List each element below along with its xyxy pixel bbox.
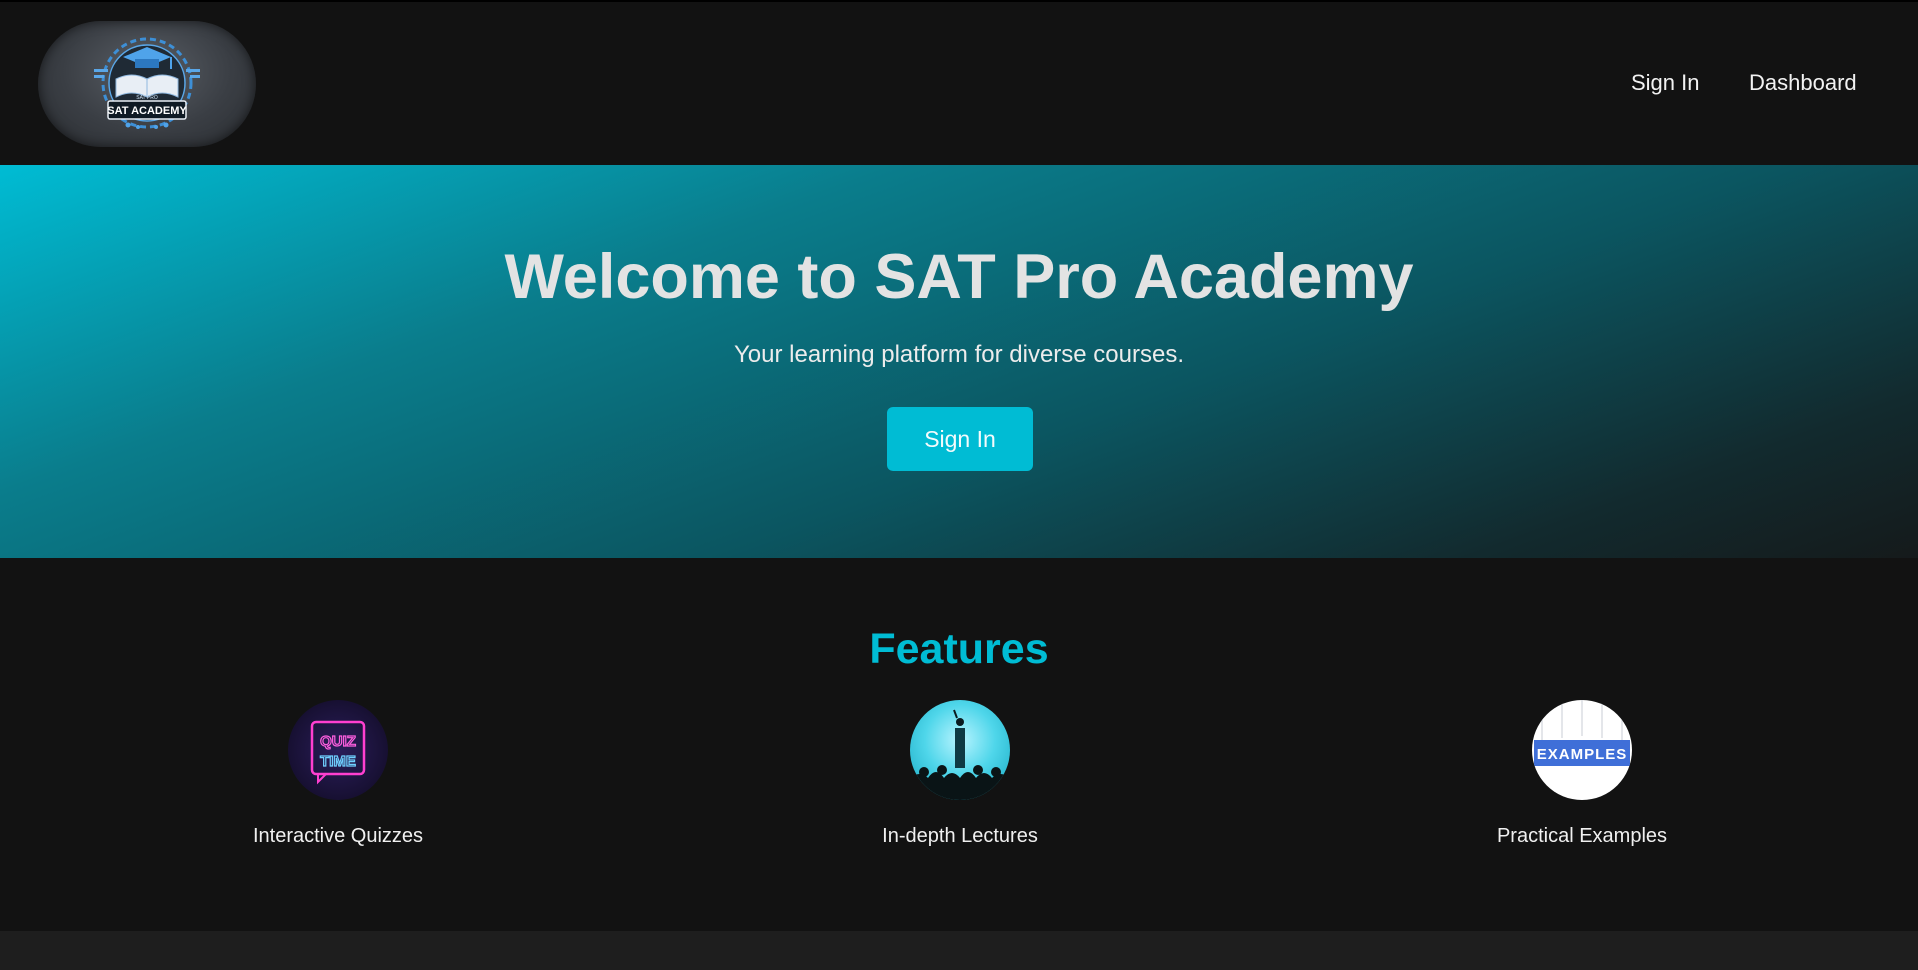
site-header: SAT ACADEMY SAT PRO Sign In Dashboard bbox=[0, 0, 1918, 165]
svg-text:TIME: TIME bbox=[320, 753, 356, 770]
lecture-audience-icon bbox=[910, 700, 1010, 800]
hero-title: Welcome to SAT Pro Academy bbox=[504, 242, 1414, 312]
logo-top-text: SAT PRO bbox=[136, 95, 158, 101]
svg-text:EXAMPLES: EXAMPLES bbox=[1537, 746, 1628, 763]
feature-interactive-quizzes: QUIZ TIME Interactive Quizzes bbox=[188, 700, 488, 848]
hero-subtitle: Your learning platform for diverse cours… bbox=[734, 341, 1184, 368]
logo-text: SAT ACADEMY bbox=[107, 105, 187, 117]
nav-sign-in-link[interactable]: Sign In bbox=[1631, 70, 1700, 96]
sat-academy-logo[interactable]: SAT ACADEMY SAT PRO bbox=[38, 21, 256, 147]
feature-in-depth-lectures: In-depth Lectures bbox=[810, 700, 1110, 848]
logo-graphic: SAT ACADEMY SAT PRO bbox=[94, 37, 200, 129]
svg-text:QUIZ: QUIZ bbox=[320, 733, 356, 750]
feature-label: In-depth Lectures bbox=[882, 825, 1038, 847]
nav-dashboard-link[interactable]: Dashboard bbox=[1749, 70, 1857, 96]
page-footer bbox=[0, 931, 1918, 970]
feature-practical-examples: EXAMPLES Practical Examples bbox=[1432, 700, 1732, 848]
hero-sign-in-button[interactable]: Sign In bbox=[887, 407, 1033, 471]
feature-label: Interactive Quizzes bbox=[252, 825, 424, 847]
quiz-time-neon-icon: QUIZ TIME bbox=[288, 700, 388, 800]
feature-label: Practical Examples bbox=[1496, 825, 1668, 847]
features-title: Features bbox=[869, 625, 1049, 673]
examples-blocks-icon: EXAMPLES bbox=[1532, 700, 1632, 800]
